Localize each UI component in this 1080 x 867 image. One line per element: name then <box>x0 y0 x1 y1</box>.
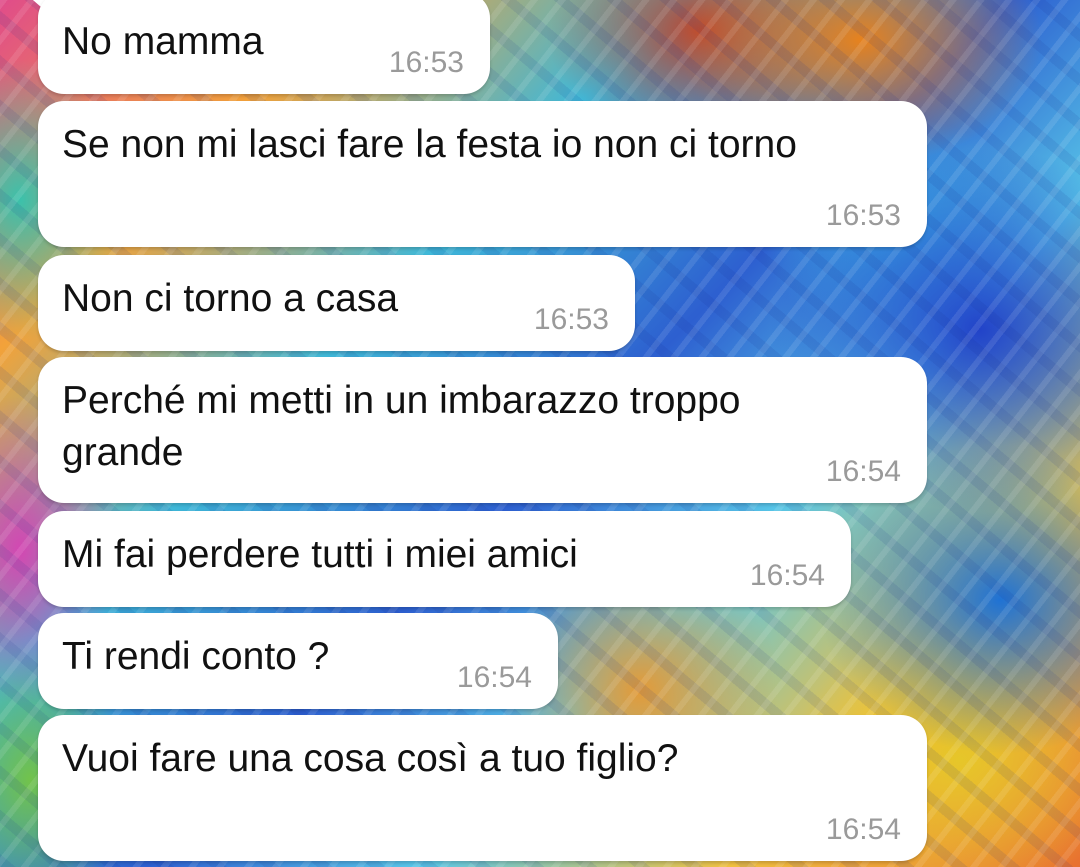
message-bubble[interactable]: Mi fai perdere tutti i miei amici 16:54 <box>38 511 851 607</box>
message-bubble[interactable]: Ti rendi conto ? 16:54 <box>38 613 558 709</box>
message-timestamp: 16:54 <box>456 661 532 694</box>
message-bubble[interactable]: Non ci torno a casa 16:53 <box>38 255 635 351</box>
message-timestamp: 16:54 <box>825 455 901 488</box>
message-timestamp: 16:53 <box>388 46 464 79</box>
message-timestamp: 16:53 <box>533 303 609 336</box>
chat-message-list[interactable]: No mamma 16:53 Se non mi lasci fare la f… <box>0 0 1080 867</box>
message-text: Non ci torno a casa <box>62 277 399 320</box>
message-bubble[interactable]: Vuoi fare una cosa così a tuo figlio? 16… <box>38 715 927 861</box>
message-timestamp: 16:53 <box>825 199 901 232</box>
message-bubble[interactable]: Perché mi metti in un imbarazzo troppo g… <box>38 357 927 503</box>
message-text: Ti rendi conto ? <box>62 635 330 678</box>
message-text: Se non mi lasci fare la festa io non ci … <box>62 123 797 166</box>
message-text: No mamma <box>62 20 264 63</box>
message-timestamp: 16:54 <box>749 559 825 592</box>
message-timestamp: 16:54 <box>825 813 901 846</box>
message-bubble[interactable]: No mamma 16:53 <box>38 0 490 94</box>
message-text: Perché mi metti in un imbarazzo troppo g… <box>62 379 741 474</box>
message-text: Vuoi fare una cosa così a tuo figlio? <box>62 737 679 780</box>
message-text: Mi fai perdere tutti i miei amici <box>62 533 578 576</box>
message-bubble[interactable]: Se non mi lasci fare la festa io non ci … <box>38 101 927 247</box>
